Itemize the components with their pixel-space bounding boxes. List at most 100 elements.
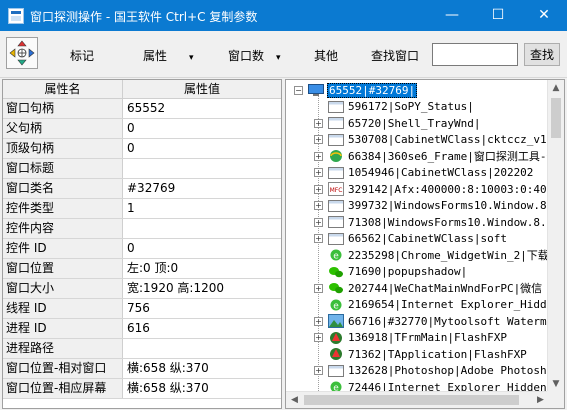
window-tree[interactable]: − 65552|#32769| 596172|SoPY_Status| +65720|… — [285, 79, 565, 409]
property-grid-body: 窗口句柄 65552 父句柄 0 顶级句柄 0 窗口标题 窗口类名 #32769 控件类型 1 控件内… — [3, 99, 281, 399]
ie-icon: e — [328, 248, 344, 262]
property-value[interactable]: 横:658 纵:370 — [123, 359, 281, 378]
property-row[interactable]: 窗口标题 — [3, 159, 281, 179]
tree-node-root[interactable]: − 65552|#32769| — [294, 81, 418, 99]
other-menu[interactable]: 其他 — [314, 47, 338, 64]
tree-node[interactable]: e 2169654|Internet Explorer_Hidden| — [314, 296, 549, 314]
property-row[interactable]: 窗口位置-相应屏幕 横:658 纵:370 — [3, 379, 281, 399]
tree-node[interactable]: 596172|SoPY_Status| — [314, 98, 475, 116]
wechat-icon — [328, 281, 344, 295]
chevron-down-icon: ▾ — [189, 53, 194, 63]
property-value[interactable]: 0 — [123, 139, 281, 158]
ie-icon: e — [328, 298, 344, 312]
property-row[interactable]: 窗口句柄 65552 — [3, 99, 281, 119]
scroll-up-arrow-icon[interactable]: ▲ — [548, 80, 564, 97]
expand-icon[interactable]: + — [314, 234, 323, 243]
horizontal-scroll-thumb[interactable] — [304, 395, 519, 405]
expand-icon[interactable]: + — [314, 151, 323, 161]
property-value[interactable] — [123, 159, 281, 178]
tree-node[interactable]: 71362|TApplication|FlashFXP — [314, 345, 528, 363]
tree-node[interactable]: +66562|CabinetWClass|soft — [314, 230, 508, 248]
column-header-value[interactable]: 属性值 — [123, 80, 281, 98]
property-row[interactable]: 控件内容 — [3, 219, 281, 239]
tree-node[interactable]: +71308|WindowsForms10.Window.8.app — [314, 213, 549, 231]
property-row[interactable]: 进程路径 — [3, 339, 281, 359]
property-row[interactable]: 窗口大小 宽:1920 高:1200 — [3, 279, 281, 299]
scroll-left-arrow-icon[interactable]: ◀ — [286, 392, 303, 408]
property-value[interactable]: 0 — [123, 119, 281, 138]
property-name: 窗口大小 — [3, 279, 123, 298]
property-name: 窗口位置-相应屏幕 — [3, 379, 123, 398]
window-icon — [328, 133, 344, 147]
crosshair-picker-icon[interactable] — [6, 37, 38, 69]
tree-node-label: 65552|#32769| — [327, 82, 418, 98]
expand-icon[interactable]: + — [314, 217, 323, 227]
tree-node-label: 530708|CabinetWClass|cktccz_v1.0 — [348, 133, 549, 146]
property-row[interactable]: 控件 ID 0 — [3, 239, 281, 259]
property-row[interactable]: 窗口类名 #32769 — [3, 179, 281, 199]
property-value[interactable]: 1 — [123, 199, 281, 218]
scrollbar-corner — [547, 391, 564, 408]
expand-icon[interactable]: + — [314, 283, 323, 293]
tree-node[interactable]: +202744|WeChatMainWndForPC|微信 — [314, 279, 543, 297]
expand-icon[interactable]: + — [314, 184, 323, 194]
property-name: 控件类型 — [3, 199, 123, 218]
collapse-icon[interactable]: − — [294, 85, 303, 95]
minimize-button[interactable]: — — [429, 0, 475, 31]
tree-node-label: 2169654|Internet Explorer_Hidden| — [348, 298, 549, 311]
property-value[interactable] — [123, 219, 281, 238]
expand-icon[interactable]: + — [314, 201, 323, 210]
maximize-button[interactable]: ☐ — [475, 0, 521, 31]
property-value[interactable] — [123, 339, 281, 358]
window-count-menu[interactable]: 窗口数 ▾ — [228, 47, 281, 64]
tree-node[interactable]: +66716|#32770|Mytoolsoft Watermark — [314, 312, 549, 330]
property-row[interactable]: 窗口位置 左:0 顶:0 — [3, 259, 281, 279]
tree-node[interactable]: +65720|Shell_TrayWnd| — [314, 114, 481, 132]
vertical-scrollbar[interactable]: ▲ ▼ — [547, 80, 564, 393]
expand-icon[interactable]: + — [314, 135, 323, 144]
property-value[interactable]: 左:0 顶:0 — [123, 259, 281, 278]
attribute-menu[interactable]: 属性 ▾ — [143, 47, 194, 64]
vertical-scroll-thumb[interactable] — [551, 98, 561, 138]
column-header-name[interactable]: 属性名 — [3, 80, 123, 98]
property-grid[interactable]: 属性名 属性值 窗口句柄 65552 父句柄 0 顶级句柄 0 窗口标题 窗口类名 #32769… — [2, 79, 282, 409]
property-name: 进程路径 — [3, 339, 123, 358]
tree-node[interactable]: e 2235298|Chrome_WidgetWin_2|下载 — [314, 246, 549, 264]
property-value[interactable]: 0 — [123, 239, 281, 258]
property-row[interactable]: 进程 ID 616 — [3, 319, 281, 339]
property-row[interactable]: 线程 ID 756 — [3, 299, 281, 319]
tree-node[interactable]: +399732|WindowsForms10.Window.8.app — [314, 197, 549, 215]
title-bar: 窗口探测操作 - 国王软件 Ctrl+C 复制参数 — ☐ ✕ — [0, 0, 567, 31]
tree-node[interactable]: +66384|360se6_Frame|窗口探测工具-爸 — [314, 147, 549, 165]
close-button[interactable]: ✕ — [521, 0, 567, 31]
expand-icon[interactable]: + — [314, 333, 323, 342]
tree-node[interactable]: 71690|popupshadow| — [314, 263, 468, 281]
property-value[interactable]: 616 — [123, 319, 281, 338]
expand-icon[interactable]: + — [314, 366, 323, 375]
property-value[interactable]: #32769 — [123, 179, 281, 198]
property-value[interactable]: 横:658 纵:370 — [123, 379, 281, 398]
expand-icon[interactable]: + — [314, 118, 323, 128]
tree-node-label: 132628|Photoshop|Adobe Photoshop 2 — [348, 364, 549, 377]
property-value[interactable]: 756 — [123, 299, 281, 318]
property-row[interactable]: 顶级句柄 0 — [3, 139, 281, 159]
window-icon — [328, 166, 344, 180]
expand-icon[interactable]: + — [314, 168, 323, 177]
tree-node[interactable]: +132628|Photoshop|Adobe Photoshop 2 — [314, 362, 549, 380]
expand-icon[interactable]: + — [314, 316, 323, 326]
property-value[interactable]: 宽:1920 高:1200 — [123, 279, 281, 298]
property-row[interactable]: 窗口位置-相对窗口 横:658 纵:370 — [3, 359, 281, 379]
tree-node[interactable]: +136918|TFrmMain|FlashFXP — [314, 329, 508, 347]
tree-node[interactable]: +530708|CabinetWClass|cktccz_v1.0 — [314, 131, 549, 149]
property-row[interactable]: 父句柄 0 — [3, 119, 281, 139]
tree-node-label: 66716|#32770|Mytoolsoft Watermark — [348, 314, 549, 328]
horizontal-scrollbar[interactable]: ◀ ▶ — [286, 391, 549, 408]
mark-menu[interactable]: 标记 — [70, 47, 94, 64]
tree-node[interactable]: +1054946|CabinetWClass|202202 — [314, 164, 534, 182]
property-row[interactable]: 控件类型 1 — [3, 199, 281, 219]
search-input[interactable] — [432, 43, 518, 66]
tree-node[interactable]: + MFC 329142|Afx:400000:8:10003:0:405e3 — [314, 180, 549, 198]
search-button[interactable]: 查找 — [524, 43, 560, 66]
property-value[interactable]: 65552 — [123, 99, 281, 118]
flashfxp-icon — [328, 331, 344, 345]
